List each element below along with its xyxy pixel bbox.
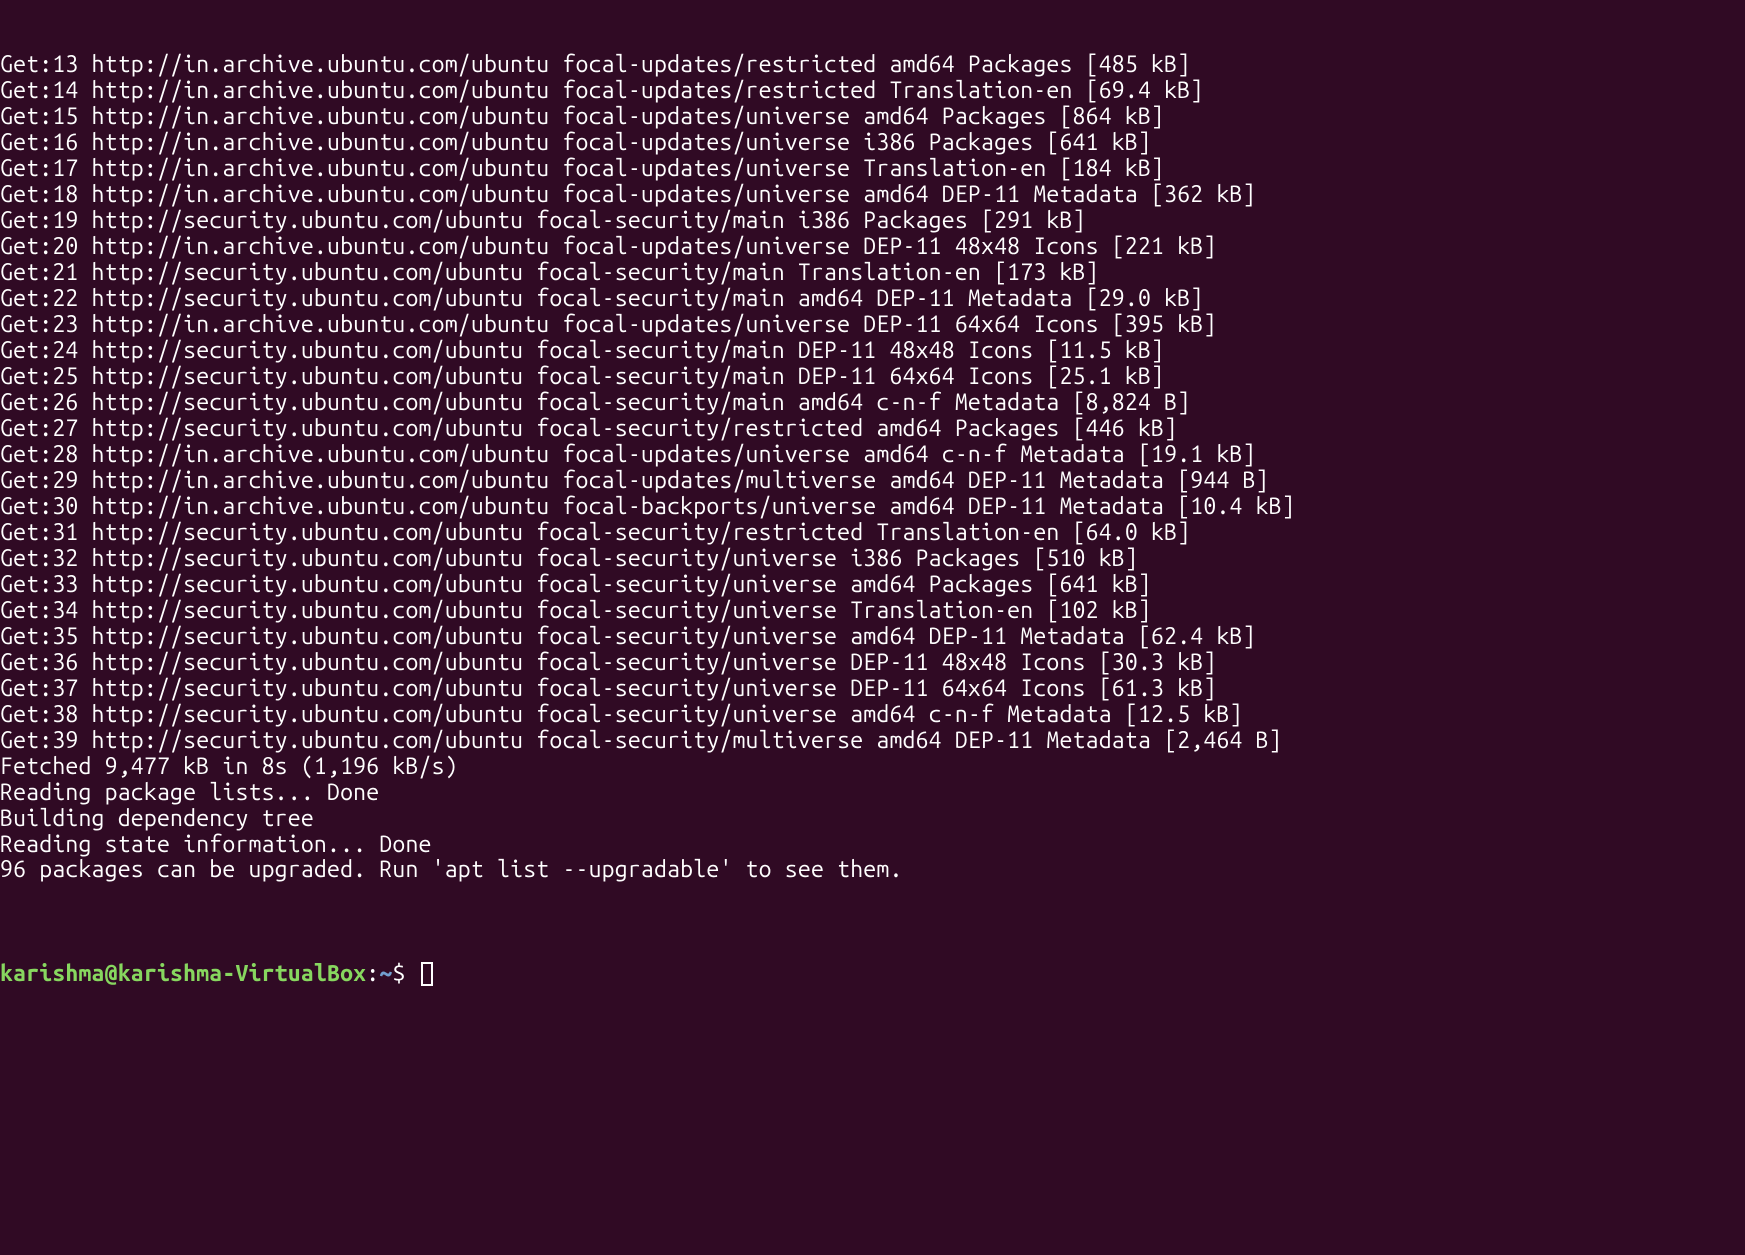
prompt-symbol: $: [392, 961, 418, 986]
output-line: Fetched 9,477 kB in 8s (1,196 kB/s): [0, 754, 1745, 780]
prompt-user-host: karishma@karishma-VirtualBox: [0, 961, 366, 986]
output-line: Building dependency tree: [0, 806, 1745, 832]
output-line: Get:26 http://security.ubuntu.com/ubuntu…: [0, 390, 1745, 416]
output-line: Get:25 http://security.ubuntu.com/ubuntu…: [0, 364, 1745, 390]
output-line: Get:14 http://in.archive.ubuntu.com/ubun…: [0, 78, 1745, 104]
output-line: Get:32 http://security.ubuntu.com/ubuntu…: [0, 546, 1745, 572]
output-line: Get:38 http://security.ubuntu.com/ubuntu…: [0, 702, 1745, 728]
prompt-path: ~: [379, 961, 392, 986]
output-line: Get:15 http://in.archive.ubuntu.com/ubun…: [0, 104, 1745, 130]
output-line: Get:27 http://security.ubuntu.com/ubuntu…: [0, 416, 1745, 442]
prompt-colon: :: [366, 961, 379, 986]
output-line: Get:16 http://in.archive.ubuntu.com/ubun…: [0, 130, 1745, 156]
terminal-output[interactable]: Get:13 http://in.archive.ubuntu.com/ubun…: [0, 0, 1745, 1039]
output-line: Get:22 http://security.ubuntu.com/ubuntu…: [0, 286, 1745, 312]
output-line: Get:30 http://in.archive.ubuntu.com/ubun…: [0, 494, 1745, 520]
output-line: Get:35 http://security.ubuntu.com/ubuntu…: [0, 624, 1745, 650]
output-line: Get:33 http://security.ubuntu.com/ubuntu…: [0, 572, 1745, 598]
output-line: Get:23 http://in.archive.ubuntu.com/ubun…: [0, 312, 1745, 338]
prompt-line[interactable]: karishma@karishma-VirtualBox:~$: [0, 935, 1745, 1013]
output-line: Get:31 http://security.ubuntu.com/ubuntu…: [0, 520, 1745, 546]
output-line: Get:34 http://security.ubuntu.com/ubuntu…: [0, 598, 1745, 624]
output-line: Get:17 http://in.archive.ubuntu.com/ubun…: [0, 156, 1745, 182]
output-line: Reading package lists... Done: [0, 780, 1745, 806]
output-line: Get:24 http://security.ubuntu.com/ubuntu…: [0, 338, 1745, 364]
output-line: Get:18 http://in.archive.ubuntu.com/ubun…: [0, 182, 1745, 208]
output-line: Get:21 http://security.ubuntu.com/ubuntu…: [0, 260, 1745, 286]
output-line: Get:28 http://in.archive.ubuntu.com/ubun…: [0, 442, 1745, 468]
output-line: Get:13 http://in.archive.ubuntu.com/ubun…: [0, 52, 1745, 78]
output-line: Get:37 http://security.ubuntu.com/ubuntu…: [0, 676, 1745, 702]
output-lines: Get:13 http://in.archive.ubuntu.com/ubun…: [0, 52, 1745, 884]
output-line: Get:36 http://security.ubuntu.com/ubuntu…: [0, 650, 1745, 676]
cursor-icon: [421, 962, 434, 986]
output-line: Get:29 http://in.archive.ubuntu.com/ubun…: [0, 468, 1745, 494]
output-line: Get:20 http://in.archive.ubuntu.com/ubun…: [0, 234, 1745, 260]
output-line: Get:19 http://security.ubuntu.com/ubuntu…: [0, 208, 1745, 234]
output-line: Get:39 http://security.ubuntu.com/ubuntu…: [0, 728, 1745, 754]
output-line: Reading state information... Done: [0, 832, 1745, 858]
output-line: 96 packages can be upgraded. Run 'apt li…: [0, 857, 1745, 883]
